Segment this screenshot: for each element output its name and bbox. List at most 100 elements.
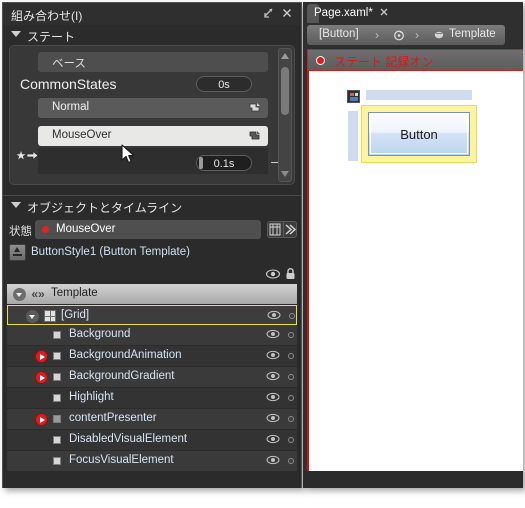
scrollbar-thumb[interactable] [281, 67, 289, 115]
tree-row-background[interactable]: Background [7, 325, 297, 346]
timeline-grid-icon[interactable] [267, 221, 283, 238]
timeline-next-icon[interactable] [283, 221, 297, 238]
play-badge-icon[interactable] [35, 413, 48, 426]
eye-icon[interactable] [265, 390, 281, 404]
lock-dot-icon[interactable] [289, 313, 295, 319]
design-canvas[interactable]: Button [307, 71, 523, 471]
grid-icon [44, 310, 56, 322]
active-state-field[interactable]: MouseOver [35, 220, 261, 239]
scope-arrow-icon [14, 247, 20, 252]
play-badge-icon[interactable] [35, 371, 48, 384]
tree-item-label: FocusVisualElement [69, 454, 174, 466]
close-icon[interactable] [281, 7, 295, 21]
lock-dot-icon[interactable] [288, 458, 294, 464]
objects-and-timeline-section: オブジェクトとタイムライン 状態 MouseOver ButtonStyle1 … [3, 195, 301, 488]
object-tree: «» Template [Grid] Background Background… [7, 284, 297, 472]
tree-row-backgroundanimation[interactable]: BackgroundAnimation [7, 346, 297, 367]
state-label: 状態 [9, 226, 32, 238]
rectangle-icon [53, 373, 61, 381]
states-scrollbar[interactable] [278, 48, 292, 182]
lock-icon[interactable] [284, 267, 297, 281]
template-node-icon [433, 29, 445, 41]
caret-circle-icon[interactable] [13, 288, 26, 301]
tree-item-label: Template [51, 287, 98, 299]
selection-frame[interactable]: Button [361, 105, 477, 163]
content-presenter-icon [53, 415, 61, 423]
tree-row-focusvisualelement[interactable]: FocusVisualElement [7, 451, 297, 472]
states-and-objects-panel: 組み合わせ(I) ステート ベース CommonStates 0s Normal… [2, 2, 302, 488]
tree-row-highlight[interactable]: Highlight [7, 388, 297, 409]
transition-duration[interactable]: 0.1s [196, 155, 252, 171]
lock-dot-icon[interactable] [288, 395, 294, 401]
eye-icon[interactable] [265, 267, 281, 281]
lock-dot-icon[interactable] [288, 332, 294, 338]
tree-row-grid[interactable]: [Grid] [7, 305, 297, 325]
collapse-triangle-icon[interactable] [11, 31, 21, 37]
eye-icon[interactable] [265, 432, 281, 446]
objects-section-header[interactable]: オブジェクトとタイムライン [3, 196, 301, 216]
lock-dot-icon[interactable] [288, 374, 294, 380]
tree-row-contentpresenter[interactable]: contentPresenter [7, 409, 297, 430]
button-caption: Button [400, 127, 438, 142]
recording-label: ステート 記録オン [334, 55, 434, 69]
tab-strip: Page.xaml* [303, 2, 523, 23]
breadcrumb: [Button] › › Template [307, 25, 505, 45]
panel-title: 組み合わせ(I) [11, 9, 83, 23]
tree-item-label: BackgroundAnimation [69, 349, 182, 361]
tree-item-label: [Grid] [61, 309, 90, 321]
state-row-mouseover[interactable]: MouseOver [38, 126, 268, 146]
rectangle-icon [53, 436, 61, 444]
states-list: ベース CommonStates 0s Normal MouseOver 0.1… [9, 45, 295, 185]
state-name: Normal [52, 101, 90, 113]
state-row-normal[interactable]: Normal [38, 98, 268, 118]
state-recording-bar: ステート 記録オン [307, 49, 523, 71]
eye-icon[interactable] [265, 453, 281, 467]
document-area: Page.xaml* [Button] › › Template ステート 記録… [303, 2, 523, 488]
hand-cursor-icon[interactable] [248, 101, 262, 115]
breadcrumb-item-button[interactable]: [Button] [319, 28, 359, 40]
breadcrumb-item-template[interactable]: Template [449, 28, 496, 40]
duration-handle-icon [199, 157, 203, 169]
lock-dot-icon[interactable] [288, 437, 294, 443]
state-group-name: CommonStates [20, 76, 117, 92]
tab-label: Page.xaml* [314, 7, 373, 19]
rectangle-icon [53, 394, 61, 402]
scroll-up-arrow-icon[interactable] [281, 53, 289, 59]
breadcrumb-separator: › [415, 28, 419, 42]
state-name: MouseOver [52, 129, 112, 141]
template-root-node[interactable]: ButtonStyle1 (Button Template) [7, 242, 297, 264]
eye-icon[interactable] [265, 348, 281, 362]
popout-icon[interactable] [263, 7, 277, 21]
lock-dot-icon[interactable] [288, 353, 294, 359]
eye-icon[interactable] [265, 327, 281, 341]
placeholder-bar-top [366, 90, 472, 100]
star-arrow-icon[interactable] [16, 149, 40, 165]
collapse-triangle-icon[interactable] [11, 202, 21, 208]
tree-row-backgroundgradient[interactable]: BackgroundGradient [7, 367, 297, 388]
tree-row-disabledvisualelement[interactable]: DisabledVisualElement [7, 430, 297, 451]
tab-page-xaml[interactable]: Page.xaml* [307, 4, 388, 23]
states-section-header[interactable]: ステート [3, 25, 301, 45]
scroll-down-arrow-icon[interactable] [281, 171, 289, 177]
app-window: 組み合わせ(I) ステート ベース CommonStates 0s Normal… [0, 0, 525, 508]
button-control[interactable]: Button [368, 112, 470, 156]
chevrons-icon: «» [31, 287, 45, 301]
eye-icon[interactable] [265, 369, 281, 383]
record-dot-icon [42, 226, 49, 233]
tree-item-label: DisabledVisualElement [69, 433, 188, 445]
eye-icon[interactable] [266, 308, 282, 322]
eye-icon[interactable] [265, 411, 281, 425]
tree-item-label: Background [69, 328, 131, 340]
state-row-base[interactable]: ベース [38, 52, 268, 72]
state-group-duration[interactable]: 0s [196, 76, 252, 92]
play-badge-icon[interactable] [35, 350, 48, 363]
template-circle-icon[interactable] [393, 29, 405, 41]
caret-down-icon[interactable] [26, 310, 39, 323]
template-root-label: ButtonStyle1 (Button Template) [31, 246, 190, 258]
lock-dot-icon[interactable] [288, 416, 294, 422]
rectangle-icon [53, 331, 61, 339]
panel-titlebar: 組み合わせ(I) [3, 3, 301, 26]
hand-cursor-icon[interactable] [248, 129, 262, 143]
close-icon[interactable] [379, 7, 389, 17]
tree-row-template[interactable]: «» Template [7, 284, 297, 305]
